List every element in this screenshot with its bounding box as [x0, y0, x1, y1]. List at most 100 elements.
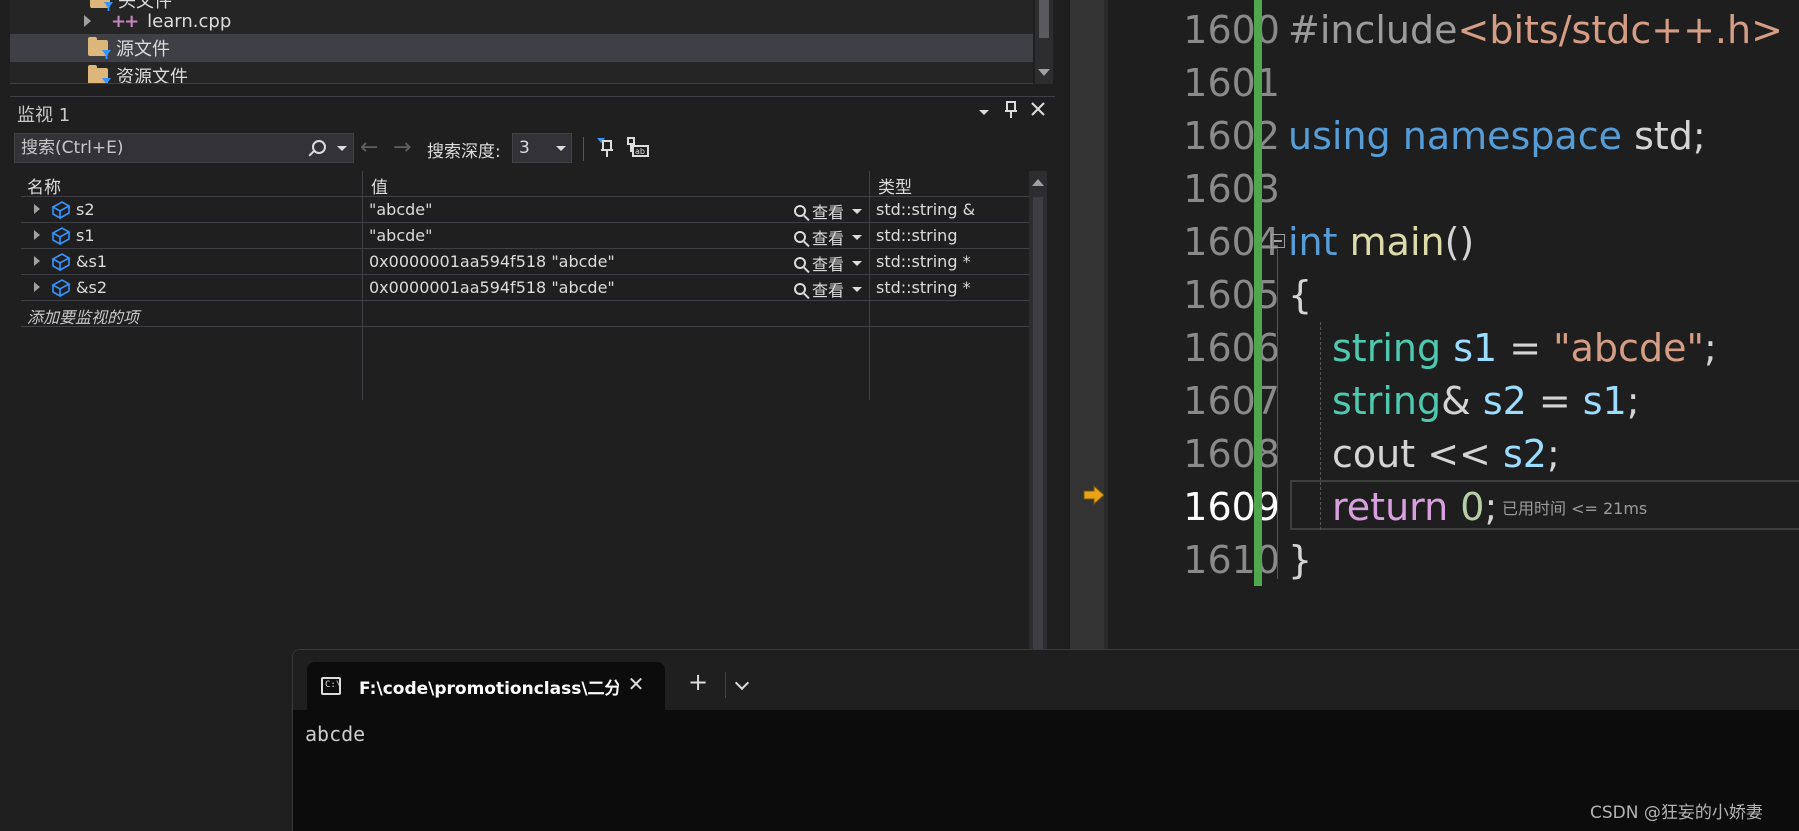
tree-item-learn-cpp[interactable]: ++ learn.cpp	[10, 7, 1033, 35]
code-line-1602[interactable]: using namespace std;	[1288, 110, 1706, 163]
expand-arrow-icon[interactable]	[34, 256, 40, 266]
watch-name: &s1	[76, 252, 107, 271]
watch-name: &s2	[76, 278, 107, 297]
operator: =	[1526, 379, 1583, 423]
terminal-output: abcde	[305, 722, 366, 746]
cpp-file-icon: ++	[111, 10, 139, 32]
toolbar-separator	[583, 137, 584, 161]
search-depth-select[interactable]: 3	[512, 133, 572, 163]
code-line-1608[interactable]: cout << s2;	[1332, 428, 1560, 481]
watch-name: s1	[76, 226, 95, 245]
view-visualizer-button[interactable]: 查看	[794, 225, 863, 249]
view-visualizer-button[interactable]: 查看	[794, 251, 863, 275]
keyword: int	[1288, 220, 1338, 264]
pin-icon[interactable]	[1001, 101, 1021, 124]
search-options-dropdown-icon[interactable]	[337, 146, 347, 151]
string-literal: "abcde"	[1553, 326, 1704, 370]
view-visualizer-button[interactable]: 查看	[794, 277, 863, 301]
expand-arrow-icon[interactable]	[84, 15, 91, 27]
solution-explorer-tree: 头文件 ++ learn.cpp 源文件 资源文件	[10, 0, 1033, 84]
watch-value[interactable]: 0x0000001aa594f518 "abcde"	[369, 278, 615, 297]
add-watch-row[interactable]: 添加要监视的项	[21, 301, 1041, 327]
chevron-down-icon	[556, 146, 566, 151]
scroll-up-arrow-icon[interactable]	[1032, 179, 1044, 186]
punctuation: ;	[1703, 326, 1717, 370]
watch-row-s2[interactable]: s2 "abcde" 查看 std::string &	[21, 197, 1041, 223]
new-tab-plus-icon[interactable]: +	[688, 668, 708, 696]
code-line-1604[interactable]: int main()	[1288, 216, 1474, 269]
watch-row-addr-s2[interactable]: &s2 0x0000001aa594f518 "abcde" 查看 std::s…	[21, 275, 1041, 301]
punctuation: ;	[1546, 432, 1560, 476]
close-icon[interactable]	[1028, 101, 1048, 122]
watch-type: std::string	[876, 226, 958, 245]
magnifier-icon	[794, 231, 806, 243]
view-label: 查看	[812, 255, 845, 274]
code-line-1609[interactable]: return 0;	[1332, 481, 1497, 534]
variable-cube-icon	[51, 253, 71, 272]
watch-grid: 名称 值 类型 s2 "abcde" 查看 std::string & s1 "…	[21, 171, 1041, 657]
terminal-tab[interactable]: C:\ F:\code\promotionclass\二分查 ✕	[307, 662, 665, 710]
column-header-value[interactable]: 值	[371, 173, 388, 198]
watch-panel: 监视 1 ← → 搜索深度: 3	[10, 96, 1055, 657]
chevron-down-icon	[852, 208, 863, 214]
punctuation: ;	[1484, 485, 1498, 529]
code-line-1607[interactable]: string& s2 = s1;	[1332, 375, 1640, 428]
folder-filter-icon	[88, 37, 108, 56]
watch-value[interactable]: 0x0000001aa594f518 "abcde"	[369, 252, 615, 271]
watch-row-addr-s1[interactable]: &s1 0x0000001aa594f518 "abcde" 查看 std::s…	[21, 249, 1041, 275]
namespace-name: std;	[1634, 114, 1706, 158]
scrollbar-thumb[interactable]	[1039, 0, 1049, 38]
magnifier-icon	[794, 283, 806, 295]
watch-type: std::string &	[876, 200, 976, 219]
close-tab-icon[interactable]: ✕	[625, 672, 647, 696]
include-path: <bits/stdc++.h>	[1457, 8, 1783, 52]
collapse-icon[interactable]	[1271, 234, 1285, 248]
operator: &	[1441, 379, 1483, 423]
column-header-name[interactable]: 名称	[27, 173, 61, 198]
keyword: return	[1332, 485, 1449, 529]
code-line-1606[interactable]: string s1 = "abcde";	[1332, 322, 1717, 375]
search-icon[interactable]	[312, 140, 326, 154]
search-depth-label: 搜索深度:	[427, 142, 501, 162]
chevron-down-icon[interactable]	[734, 675, 750, 691]
add-parallel-watch-icon[interactable]	[593, 135, 619, 161]
code-line-1610[interactable]: }	[1288, 534, 1312, 587]
tree-item-source-files[interactable]: 源文件	[10, 34, 1033, 62]
tree-item-resource-files[interactable]: 资源文件	[10, 62, 1033, 84]
expand-arrow-icon[interactable]	[34, 204, 40, 214]
add-watch-item[interactable]: 添加要监视的项	[27, 304, 139, 328]
search-next-arrow-icon[interactable]: →	[393, 135, 411, 160]
expand-arrow-icon[interactable]	[34, 230, 40, 240]
variable: s2	[1502, 432, 1547, 476]
function-name: main	[1349, 220, 1445, 264]
perf-tip[interactable]: 已用时间 <= 21ms	[1502, 495, 1647, 519]
tab-separator	[725, 672, 726, 698]
chevron-down-icon	[852, 286, 863, 292]
chevron-down-icon	[852, 260, 863, 266]
code-line-1600[interactable]: #include<bits/stdc++.h>	[1288, 4, 1783, 57]
change-tracking-bar	[1254, 0, 1262, 586]
tree-item-label: 资源文件	[116, 67, 188, 84]
code-line-1605[interactable]: {	[1288, 269, 1312, 322]
watch-row-s1[interactable]: s1 "abcde" 查看 std::string	[21, 223, 1041, 249]
expand-arrow-icon[interactable]	[34, 282, 40, 292]
solution-explorer-scrollbar[interactable]	[1035, 0, 1053, 84]
watch-title-bar: 监视 1	[10, 97, 1055, 127]
hex-display-icon[interactable]: ab	[625, 135, 651, 161]
watch-value[interactable]: "abcde"	[369, 226, 432, 245]
grid-header: 名称 值 类型	[21, 171, 1041, 198]
scroll-down-arrow-icon[interactable]	[1038, 69, 1050, 76]
search-input[interactable]	[15, 138, 295, 158]
watch-value[interactable]: "abcde"	[369, 200, 432, 219]
view-visualizer-button[interactable]: 查看	[794, 199, 863, 223]
variable: s1	[1582, 379, 1627, 423]
terminal-window[interactable]: C:\ F:\code\promotionclass\二分查 ✕ + abcde	[292, 649, 1799, 831]
magnifier-icon	[794, 205, 806, 217]
watch-type: std::string *	[876, 278, 971, 297]
punctuation: ()	[1444, 220, 1475, 264]
column-header-type[interactable]: 类型	[878, 173, 912, 198]
watch-scrollbar[interactable]	[1029, 171, 1047, 657]
svg-text:ab: ab	[635, 147, 645, 156]
scrollbar-thumb[interactable]	[1033, 197, 1043, 657]
search-previous-arrow-icon[interactable]: ←	[360, 135, 378, 160]
